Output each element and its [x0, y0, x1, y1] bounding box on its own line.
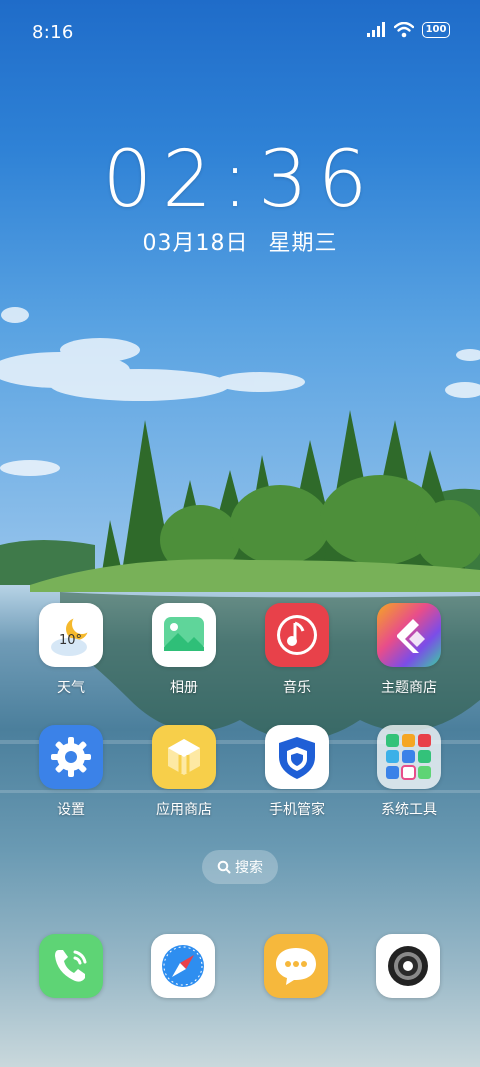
dock-messages-app[interactable]	[264, 934, 328, 998]
system-tools-folder-icon	[377, 725, 441, 789]
app-label: 应用商店	[156, 802, 212, 818]
app-label: 音乐	[283, 680, 311, 696]
app-app-store[interactable]: 应用商店	[134, 725, 234, 819]
phone-manager-icon	[265, 725, 329, 789]
clock-widget-time[interactable]: 02:36	[0, 135, 480, 225]
app-music[interactable]: 音乐	[247, 603, 347, 697]
camera-icon	[388, 946, 428, 986]
app-label: 设置	[57, 802, 85, 818]
search-label: 搜索	[235, 860, 263, 876]
weather-temp: 10°	[59, 633, 83, 648]
app-label: 主题商店	[381, 680, 437, 696]
theme-store-icon	[377, 603, 441, 667]
signal-icon	[367, 22, 385, 37]
app-gallery[interactable]: 相册	[134, 603, 234, 697]
date-text: 03月18日	[142, 231, 249, 256]
settings-icon	[39, 725, 103, 789]
app-label: 系统工具	[381, 802, 437, 818]
app-label: 手机管家	[269, 802, 325, 818]
clock-widget-date[interactable]: 03月18日 星期三	[0, 225, 480, 257]
app-label: 天气	[57, 680, 85, 696]
app-system-tools-folder[interactable]: 系统工具	[359, 725, 459, 819]
music-icon	[265, 603, 329, 667]
search-icon	[217, 860, 231, 874]
dock-browser-app[interactable]	[151, 934, 215, 998]
browser-icon	[162, 945, 204, 987]
app-store-icon	[152, 725, 216, 789]
battery-indicator: 100	[422, 22, 450, 38]
status-time: 8:16	[32, 22, 74, 43]
status-icons: 100	[366, 22, 450, 38]
app-label: 相册	[170, 680, 198, 696]
messages-icon	[276, 948, 316, 985]
search-button[interactable]: 搜索	[202, 850, 278, 884]
weekday-text: 星期三	[268, 231, 338, 256]
wifi-icon	[394, 22, 414, 38]
app-theme-store[interactable]: 主题商店	[359, 603, 459, 697]
dock-camera-app[interactable]	[376, 934, 440, 998]
app-weather[interactable]: 10° 天气	[21, 603, 121, 697]
dock-phone-app[interactable]	[39, 934, 103, 998]
app-phone-manager[interactable]: 手机管家	[247, 725, 347, 819]
gallery-icon	[152, 603, 216, 667]
status-bar: 8:16 100	[0, 0, 480, 64]
weather-icon: 10°	[39, 603, 103, 667]
app-settings[interactable]: 设置	[21, 725, 121, 819]
phone-icon	[55, 950, 87, 982]
